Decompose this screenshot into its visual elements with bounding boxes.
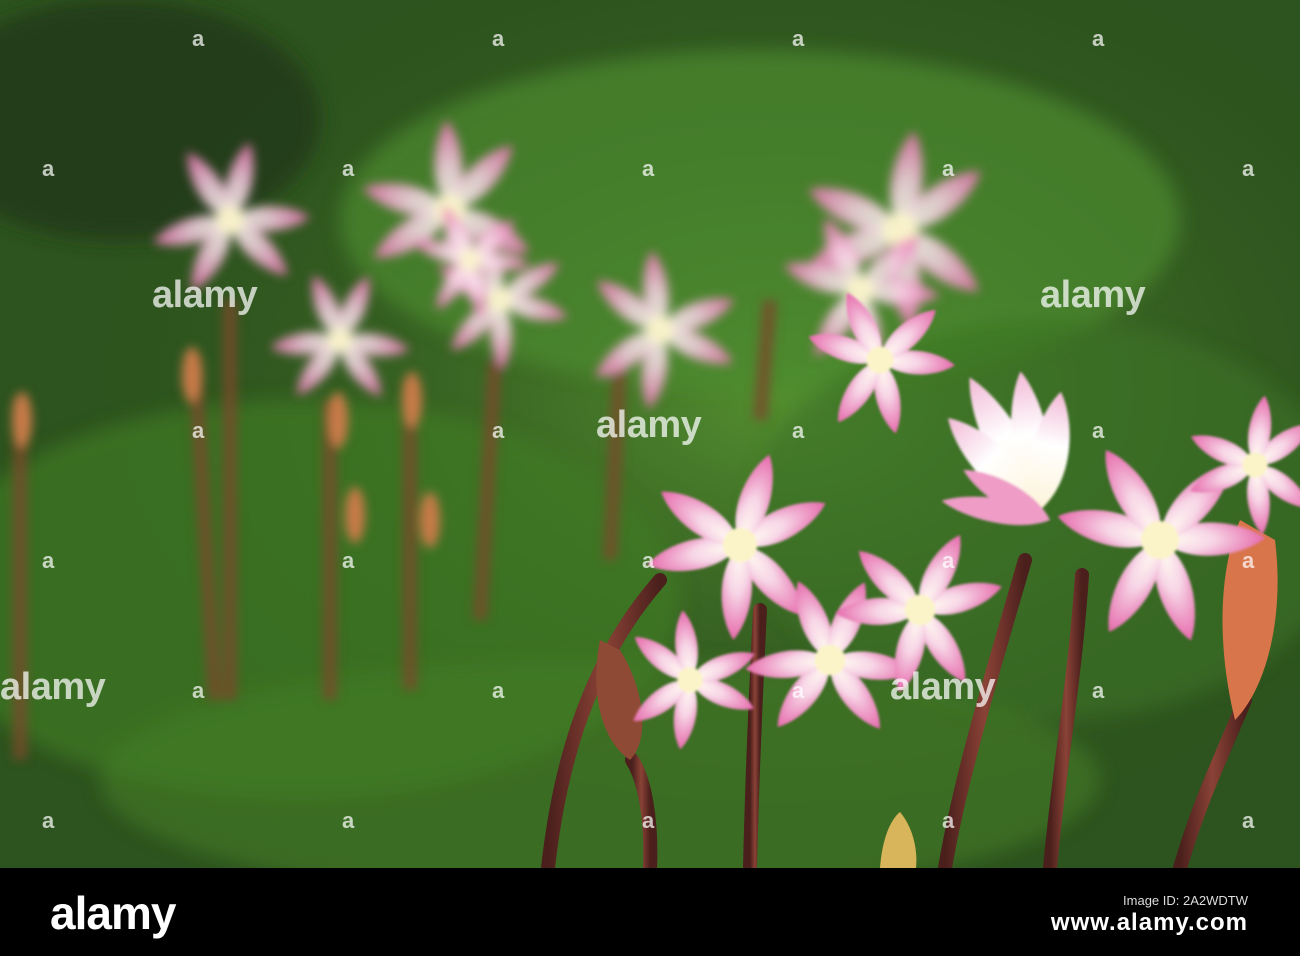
blurred-bud [328,392,348,448]
blurred-bud [12,392,32,448]
lily-center [1141,521,1179,559]
watermark-glyph: a [192,678,205,703]
watermark-glyph: a [192,26,205,51]
blurred-bud [402,372,422,428]
watermark-glyph: a [942,156,955,181]
watermark-text: alamy [1040,274,1146,316]
lily-center [814,644,846,676]
watermark-text: alamy [890,666,996,708]
watermark-glyph: a [342,808,355,833]
blurred-stem [603,359,627,561]
lily-center [459,249,481,271]
watermark-text: alamy [0,666,106,708]
watermark-glyph: a [642,548,655,573]
watermark-glyph: a [492,678,505,703]
lily-center [645,315,675,345]
watermark-glyph: a [492,418,505,443]
flower-photo: alamy alamy alamy alamy alamy a a a a a a a a a a a a a a a… [0,0,1300,868]
lily-center [866,346,894,374]
watermark-glyph: a [192,418,205,443]
watermark-glyph: a [1092,26,1105,51]
watermark-glyph: a [342,156,355,181]
watermark-glyph: a [642,156,655,181]
site-url[interactable]: www.alamy.com [1051,909,1248,937]
lily-center [904,594,936,626]
watermark-glyph: a [1092,418,1105,443]
lily-center [215,205,245,235]
watermark-glyph: a [1242,808,1255,833]
watermark-glyph: a [1242,156,1255,181]
watermark-glyph: a [42,156,55,181]
image-id: Image ID: 2A2WDTW [1123,893,1248,908]
stock-footer-bar: alamy Image ID: 2A2WDTW www.alamy.com [0,868,1300,956]
watermark-glyph: a [42,548,55,573]
lily-center [677,667,703,693]
watermark-glyph: a [42,808,55,833]
lily-center [1242,452,1268,478]
watermark-glyph: a [1242,548,1255,573]
lily-center [722,527,758,563]
watermark-glyph: a [492,26,505,51]
lily-center [487,287,513,313]
watermark-glyph: a [342,548,355,573]
watermark-glyph: a [642,808,655,833]
watermark-glyph: a [792,418,805,443]
watermark-text: alamy [596,404,702,446]
blurred-bud [345,487,365,543]
alamy-logo[interactable]: alamy [50,890,176,936]
watermark-text: alamy [152,274,258,316]
blurred-stem [753,299,777,421]
blurred-bud [420,492,440,548]
watermark-glyph: a [942,808,955,833]
watermark-glyph: a [792,26,805,51]
watermark-glyph: a [1092,678,1105,703]
image-id-block: Image ID: 2A2WDTW www.alamy.com [1051,893,1248,937]
watermark-glyph: a [792,678,805,703]
lily-center [327,327,353,353]
blurred-bud [182,347,202,403]
watermark-glyph: a [942,548,955,573]
stock-photo-page: alamy alamy alamy alamy alamy a a a a a a a a a a a a a a a… [0,0,1300,956]
